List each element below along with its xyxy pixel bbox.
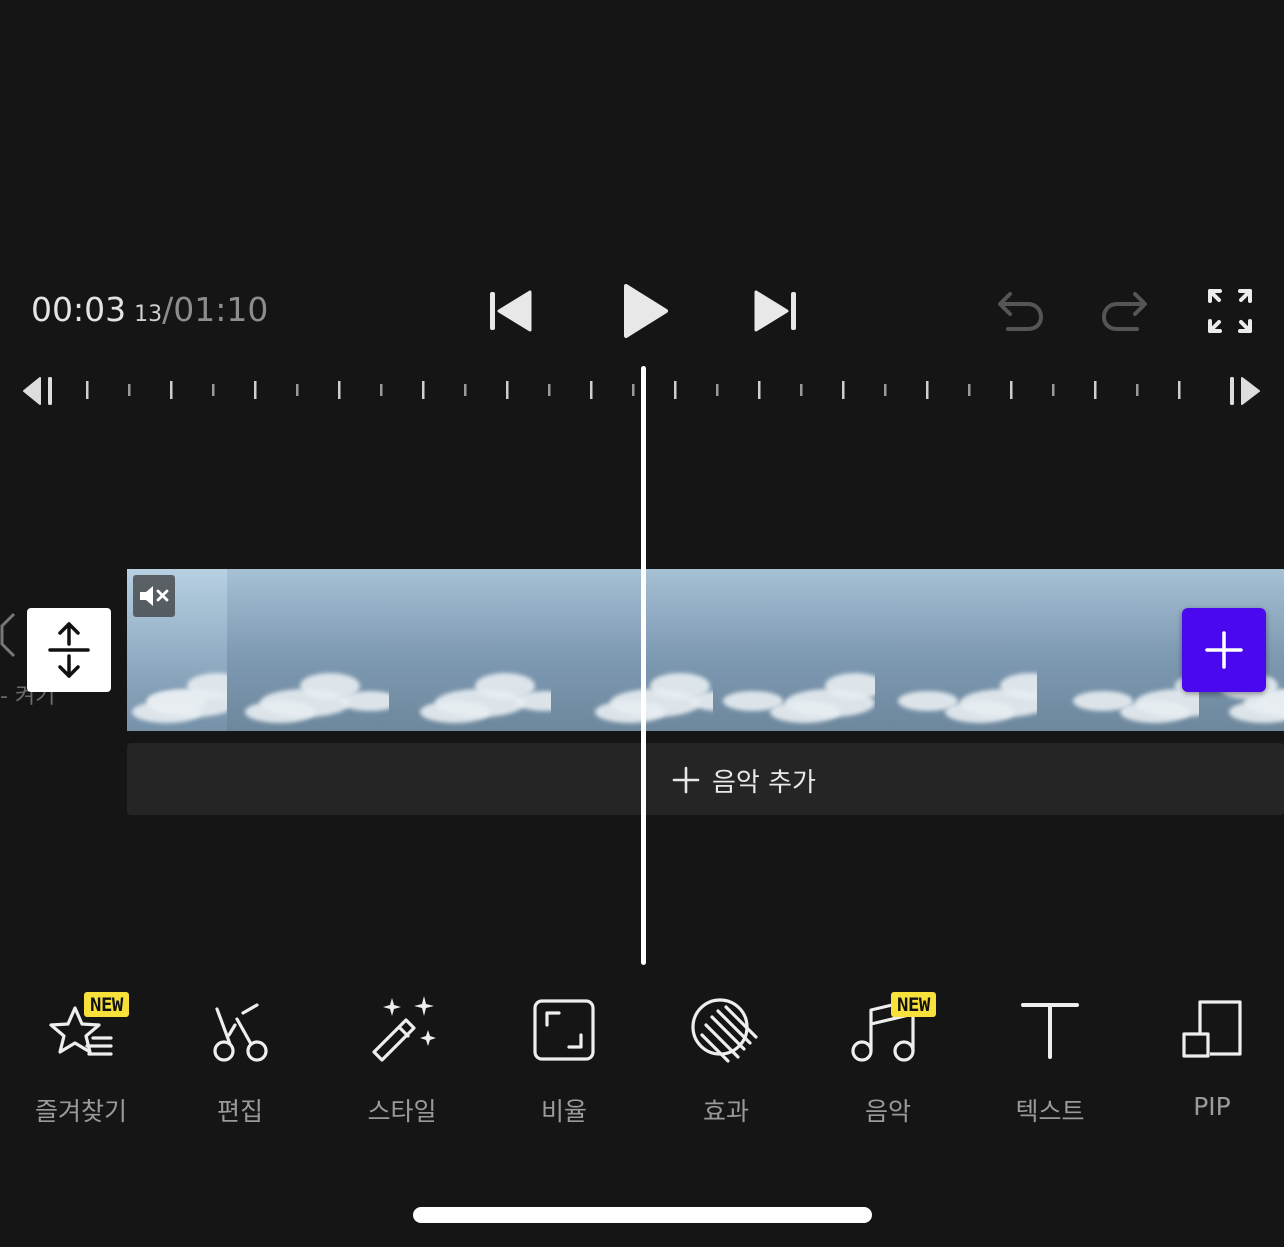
ruler-tick (674, 381, 677, 399)
ruler-tick (464, 384, 467, 396)
redo-icon (1101, 292, 1147, 331)
cloud-shape (420, 701, 490, 723)
current-time: 00:03 (31, 290, 127, 329)
ruler-start-icon[interactable] (23, 377, 52, 405)
ruler-tick (548, 384, 551, 396)
current-frames: 13 (134, 302, 163, 327)
cloud-shape (245, 701, 315, 723)
ruler-tick (1136, 384, 1139, 396)
ruler-tick (1010, 381, 1013, 399)
text-icon (1021, 1003, 1079, 1059)
play-button[interactable] (614, 280, 674, 342)
expand-track-button[interactable] (27, 608, 111, 692)
plus-icon (1205, 631, 1243, 669)
time-separator: / (162, 290, 174, 329)
ruler-tick (128, 384, 131, 396)
skip-to-end-icon (754, 290, 796, 332)
ruler-tick (884, 384, 887, 396)
tool-label: 즐겨찾기 (34, 1097, 127, 1126)
tool-text[interactable]: 텍스트 (969, 990, 1131, 1130)
ruler-tick (632, 384, 635, 396)
tool-effects[interactable]: 효과 (645, 990, 807, 1130)
ruler-tick (86, 381, 89, 399)
tool-label: 편집 (216, 1097, 263, 1126)
tool-label: PIP (1193, 1092, 1231, 1121)
time-readout: 00:03 13/01:10 (31, 290, 268, 329)
tool-music[interactable]: NEW 음악 (807, 990, 969, 1130)
ruler-tick (380, 384, 383, 396)
muted-speaker-icon (140, 586, 169, 606)
tool-label: 음악 (864, 1097, 911, 1126)
tool-favorites[interactable]: NEW 즐겨찾기 (0, 990, 162, 1130)
new-badge: NEW (84, 992, 129, 1017)
skip-to-start-button[interactable] (484, 286, 538, 336)
ruler-tick (926, 381, 929, 399)
home-indicator[interactable] (413, 1207, 872, 1223)
scissors-icon (213, 1003, 268, 1062)
ruler-tick (968, 384, 971, 396)
ruler-tick (842, 381, 845, 399)
cloud-shape (147, 691, 207, 711)
magic-wand-icon (372, 996, 436, 1062)
cloud-shape (898, 691, 958, 711)
clip-thumbnail (875, 569, 1037, 731)
undo-button[interactable] (994, 288, 1046, 336)
play-icon (624, 284, 668, 338)
add-music-button[interactable]: 음악 추가 (672, 760, 816, 800)
expand-vertical-icon (48, 622, 90, 678)
total-time: 01:10 (173, 290, 269, 329)
ruler-tick (254, 381, 257, 399)
ruler-tick (1094, 381, 1097, 399)
cloud-shape (595, 701, 665, 723)
tool-label: 효과 (702, 1097, 749, 1126)
redo-button[interactable] (1099, 288, 1151, 336)
clip-thumbnail (389, 569, 551, 731)
ruler-tick (716, 384, 719, 396)
clip-thumbnail (1037, 569, 1199, 731)
new-badge: NEW (891, 992, 936, 1017)
video-clip[interactable] (127, 569, 1284, 731)
ruler-tick (506, 381, 509, 399)
playhead[interactable] (641, 366, 646, 965)
add-music-label: 음악 추가 (712, 767, 816, 798)
clip-thumbnail (713, 569, 875, 731)
cloud-shape (1073, 691, 1133, 711)
ruler-tick (1178, 381, 1181, 399)
ruler-tick (170, 381, 173, 399)
skip-to-start-icon (490, 290, 532, 332)
cloud-shape (723, 691, 783, 711)
tool-pip[interactable]: PIP (1131, 990, 1284, 1130)
tool-ratio[interactable]: 비율 (483, 990, 645, 1130)
ruler-tick (758, 381, 761, 399)
ruler-tick (800, 384, 803, 396)
ruler-tick (296, 384, 299, 396)
fullscreen-button[interactable] (1204, 286, 1256, 336)
tool-edit[interactable]: 편집 (159, 990, 321, 1130)
pip-icon (1182, 1000, 1242, 1058)
aspect-ratio-icon (533, 999, 595, 1061)
undo-icon (998, 292, 1044, 331)
cloud-shape (340, 691, 389, 711)
mute-button[interactable] (133, 575, 175, 617)
clip-thumbnail (551, 569, 713, 731)
effect-icon (691, 998, 758, 1063)
clip-thumbnail (227, 569, 389, 731)
fullscreen-icon (1208, 289, 1252, 333)
ruler-tick (1052, 384, 1055, 396)
ruler-tick (338, 381, 341, 399)
ruler-end-icon[interactable] (1230, 377, 1260, 405)
ruler-tick (212, 384, 215, 396)
plus-icon (672, 766, 700, 794)
skip-to-end-button[interactable] (748, 286, 802, 336)
ruler-tick (422, 381, 425, 399)
ruler-tick (590, 381, 593, 399)
tool-label: 스타일 (367, 1097, 437, 1126)
tool-style[interactable]: 스타일 (321, 990, 483, 1130)
tool-label: 비율 (540, 1097, 587, 1126)
add-clip-button[interactable] (1182, 608, 1266, 692)
speaker-icon (0, 612, 16, 658)
tool-label: 텍스트 (1015, 1097, 1085, 1126)
